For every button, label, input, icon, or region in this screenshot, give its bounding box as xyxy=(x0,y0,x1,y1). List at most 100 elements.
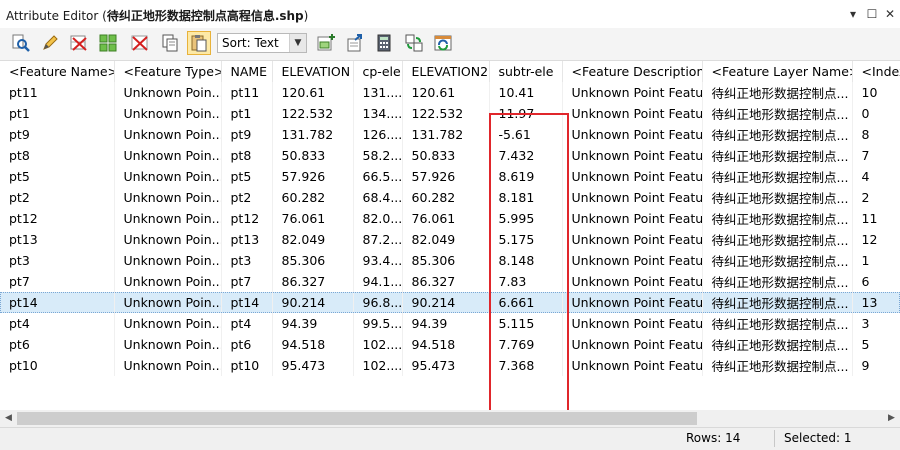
table-cell[interactable]: 待纠正地形数据控制点... xyxy=(702,166,853,187)
scroll-left-arrow-icon[interactable]: ◀ xyxy=(0,410,17,427)
table-cell[interactable]: 13 xyxy=(852,292,900,313)
table-row[interactable]: pt8 Unknown Poin... pt8 50.833 58.2... 50.833… xyxy=(0,145,900,166)
table-row[interactable]: pt4 Unknown Poin... pt4 94.39 99.5... 94.39 5.… xyxy=(0,313,900,334)
table-cell[interactable]: Unknown Poin... xyxy=(114,166,222,187)
table-cell[interactable]: Unknown Point Featu... xyxy=(562,166,703,187)
scroll-right-arrow-icon[interactable]: ▶ xyxy=(883,410,900,427)
table-cell[interactable]: 待纠正地形数据控制点... xyxy=(702,208,853,229)
table-cell[interactable]: 90.214 xyxy=(272,292,354,313)
table-cell[interactable]: pt8 xyxy=(0,145,115,166)
table-cell[interactable]: 7.368 xyxy=(489,355,563,376)
table-cell[interactable]: 5.175 xyxy=(489,229,563,250)
table-cell[interactable]: pt11 xyxy=(221,82,273,103)
table-row[interactable]: pt7 Unknown Poin... pt7 86.327 94.1... 86.327… xyxy=(0,271,900,292)
table-cell[interactable]: 8 xyxy=(852,124,900,145)
table-row[interactable]: pt10 Unknown Poin... pt10 95.473 102.... 95.4… xyxy=(0,355,900,376)
table-cell[interactable]: 待纠正地形数据控制点... xyxy=(702,103,853,124)
table-cell[interactable]: 120.61 xyxy=(402,82,490,103)
select-all-button[interactable] xyxy=(96,31,120,55)
table-cell[interactable]: pt5 xyxy=(0,166,115,187)
column-header[interactable]: ELEVATION xyxy=(272,61,354,82)
table-cell[interactable]: 8.181 xyxy=(489,187,563,208)
table-cell[interactable]: pt12 xyxy=(221,208,273,229)
table-cell[interactable]: Unknown Point Featu... xyxy=(562,313,703,334)
table-cell[interactable]: Unknown Poin... xyxy=(114,229,222,250)
table-cell[interactable]: 95.473 xyxy=(402,355,490,376)
table-cell[interactable]: 131.782 xyxy=(402,124,490,145)
table-cell[interactable]: 1 xyxy=(852,250,900,271)
refresh-link-button[interactable] xyxy=(402,31,426,55)
column-header[interactable]: ELEVATION2 xyxy=(402,61,490,82)
table-cell[interactable]: Unknown Point Featu... xyxy=(562,124,703,145)
paste-button[interactable] xyxy=(187,31,211,55)
table-cell[interactable]: Unknown Poin... xyxy=(114,250,222,271)
table-cell[interactable]: 待纠正地形数据控制点... xyxy=(702,292,853,313)
table-cell[interactable]: 待纠正地形数据控制点... xyxy=(702,250,853,271)
table-cell[interactable]: 131.... xyxy=(353,82,403,103)
table-cell[interactable]: pt10 xyxy=(0,355,115,376)
table-cell[interactable]: pt7 xyxy=(221,271,273,292)
table-cell[interactable]: 50.833 xyxy=(272,145,354,166)
table-cell[interactable]: pt13 xyxy=(0,229,115,250)
table-cell[interactable]: Unknown Poin... xyxy=(114,187,222,208)
table-cell[interactable]: 87.2... xyxy=(353,229,403,250)
table-cell[interactable]: 57.926 xyxy=(402,166,490,187)
table-cell[interactable]: Unknown Poin... xyxy=(114,124,222,145)
table-cell[interactable]: 5.115 xyxy=(489,313,563,334)
calculator-button[interactable] xyxy=(372,31,396,55)
table-cell[interactable]: 93.4... xyxy=(353,250,403,271)
table-cell[interactable]: 7.83 xyxy=(489,271,563,292)
table-cell[interactable]: pt1 xyxy=(221,103,273,124)
table-cell[interactable]: 66.5... xyxy=(353,166,403,187)
clear-selection-button[interactable] xyxy=(128,31,152,55)
scrollbar-thumb[interactable] xyxy=(17,412,697,425)
horizontal-scrollbar[interactable]: ◀ ▶ xyxy=(0,410,900,427)
table-cell[interactable]: pt2 xyxy=(0,187,115,208)
table-cell[interactable]: 82.049 xyxy=(272,229,354,250)
table-cell[interactable]: 86.327 xyxy=(402,271,490,292)
table-row[interactable]: pt3 Unknown Poin... pt3 85.306 93.4... 85.306… xyxy=(0,250,900,271)
table-cell[interactable]: pt14 xyxy=(221,292,273,313)
table-cell[interactable]: 94.518 xyxy=(272,334,354,355)
table-cell[interactable]: pt11 xyxy=(0,82,115,103)
column-header[interactable]: subtr-ele xyxy=(489,61,563,82)
table-cell[interactable]: Unknown Poin... xyxy=(114,271,222,292)
table-cell[interactable]: 10 xyxy=(852,82,900,103)
table-cell[interactable]: 131.782 xyxy=(272,124,354,145)
sort-dropdown[interactable]: Sort: Text ▼ xyxy=(217,33,307,53)
table-cell[interactable]: 7 xyxy=(852,145,900,166)
table-cell[interactable]: Unknown Point Featu... xyxy=(562,187,703,208)
table-cell[interactable]: 待纠正地形数据控制点... xyxy=(702,229,853,250)
table-row[interactable]: pt11 Unknown Poin... pt11 120.61 131.... 120.… xyxy=(0,82,900,103)
table-cell[interactable]: 90.214 xyxy=(402,292,490,313)
table-row[interactable]: pt12 Unknown Poin... pt12 76.061 82.0... 76.0… xyxy=(0,208,900,229)
close-button[interactable]: ✕ xyxy=(882,6,898,22)
table-cell[interactable]: pt14 xyxy=(0,292,115,313)
table-row[interactable]: pt13 Unknown Poin... pt13 82.049 87.2... 82.0… xyxy=(0,229,900,250)
sync-button[interactable] xyxy=(431,31,455,55)
table-cell[interactable]: 6 xyxy=(852,271,900,292)
column-header[interactable]: NAME xyxy=(221,61,273,82)
table-cell[interactable]: 102.... xyxy=(353,334,403,355)
table-cell[interactable]: 86.327 xyxy=(272,271,354,292)
table-cell[interactable]: 85.306 xyxy=(272,250,354,271)
edit-attribute-button[interactable] xyxy=(38,31,62,55)
table-cell[interactable]: 94.39 xyxy=(402,313,490,334)
table-cell[interactable]: 8.148 xyxy=(489,250,563,271)
table-cell[interactable]: 50.833 xyxy=(402,145,490,166)
table-cell[interactable]: 134.... xyxy=(353,103,403,124)
copy-button[interactable] xyxy=(158,31,182,55)
table-cell[interactable]: pt5 xyxy=(221,166,273,187)
table-cell[interactable]: 6.661 xyxy=(489,292,563,313)
delete-selected-button[interactable] xyxy=(67,31,91,55)
column-header[interactable]: <Feature Name> xyxy=(0,61,115,82)
table-cell[interactable]: 94.1... xyxy=(353,271,403,292)
table-cell[interactable]: 11 xyxy=(852,208,900,229)
table-cell[interactable]: 待纠正地形数据控制点... xyxy=(702,145,853,166)
table-cell[interactable]: 94.39 xyxy=(272,313,354,334)
table-cell[interactable]: 9 xyxy=(852,355,900,376)
table-cell[interactable]: Unknown Point Featu... xyxy=(562,250,703,271)
export-button[interactable] xyxy=(343,31,367,55)
table-cell[interactable]: Unknown Poin... xyxy=(114,208,222,229)
table-cell[interactable]: 4 xyxy=(852,166,900,187)
